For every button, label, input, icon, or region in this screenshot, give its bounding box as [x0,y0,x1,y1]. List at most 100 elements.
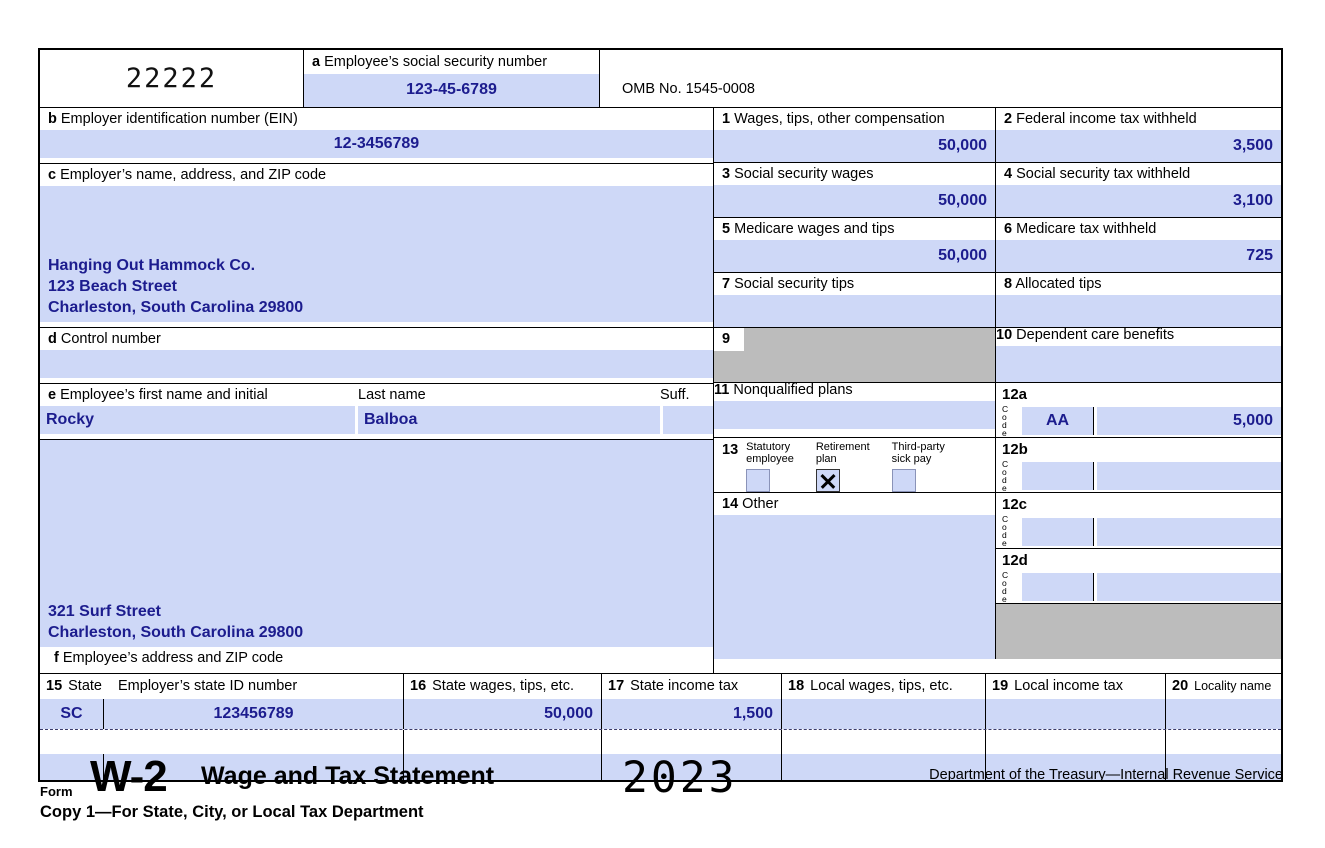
box-18-field[interactable] [782,699,985,729]
box-8-allocated-tips[interactable]: 8 Allocated tips [996,273,1281,327]
box-12c-code-field[interactable] [1022,517,1094,546]
box-16-value-cell[interactable]: 50,000 [404,699,602,729]
box-7-field[interactable] [714,294,995,327]
box-12b-code-field[interactable] [1022,462,1094,490]
box-15-fields: SC 123456789 [40,699,403,729]
box-14-other[interactable]: 14 Other [714,493,996,659]
box-7-ss-tips[interactable]: 7 Social security tips [714,273,996,327]
box-d-control-number[interactable]: d Control number [40,328,713,384]
employee-suffix-field[interactable] [663,405,713,434]
box-12d-code-field[interactable] [1022,573,1094,602]
box-e-last-label: Last name [358,387,426,403]
box-12d[interactable]: 12d Code [996,549,1281,605]
box-c-letter: c [48,167,57,183]
box-11-nonqualified-plans[interactable]: 11 Nonqualified plans [714,382,996,437]
w2-form-page: 22222 a Employee’s social security numbe… [0,0,1325,848]
box-a-ssn[interactable]: a Employee’s social security number 123-… [304,50,600,107]
box-12c[interactable]: 12c Code [996,493,1281,549]
box-1-wages[interactable]: 1 Wages, tips, other compensation 50,000 [714,108,996,162]
box-12c-amount-field[interactable] [1097,517,1281,546]
employee-last-name-field[interactable]: Balboa [358,405,660,434]
box-8-number: 8 [1004,276,1013,292]
box-12a-code-field[interactable]: AA [1022,407,1094,435]
form-right-column: 1 Wages, tips, other compensation 50,000… [714,108,1281,673]
box-20-value-cell[interactable] [1166,699,1281,729]
statutory-employee-checkbox[interactable] [746,468,771,492]
box-17-value-cell[interactable]: 1,500 [602,699,782,729]
box-12c-code-label: Code [1002,514,1009,549]
row-boxes-7-8: 7 Social security tips 8 Allocated tips [714,273,1281,328]
box-b-ein[interactable]: b Employer identification number (EIN) 1… [40,108,713,164]
footer-form-number: W-2 [90,752,168,801]
box-14-number: 14 [722,496,739,512]
retirement-plan-checkbox[interactable] [815,468,840,492]
box-16-field[interactable]: 50,000 [404,699,601,729]
box-a-header: a Employee’s social security number [304,50,599,71]
footer-form-word: Form [40,784,73,799]
box-3-field[interactable]: 50,000 [714,184,995,217]
box-1-field[interactable]: 50,000 [714,129,995,162]
box-19-label: Local income tax [1014,677,1123,694]
box-17-field[interactable]: 1,500 [602,699,781,729]
box-5-number: 5 [722,221,731,237]
box-19-header-cell: 19 Local income tax [986,674,1166,699]
box-5-medicare-wages[interactable]: 5 Medicare wages and tips 50,000 [714,218,996,272]
footer-copy-line: Copy 1—For State, City, or Local Tax Dep… [40,803,424,821]
state-header-row: 15 State Employer’s state ID number 16 S… [40,674,1281,699]
box-15-state-id-field[interactable]: 123456789 [104,699,403,729]
box-c-field[interactable]: Hanging Out Hammock Co. 123 Beach Street… [40,185,713,322]
box-2-federal-tax[interactable]: 2 Federal income tax withheld 3,500 [996,108,1281,162]
box-3-ss-wages[interactable]: 3 Social security wages 50,000 [714,163,996,217]
box-14-label: Other [742,496,779,512]
box-12d-amount-field[interactable] [1097,573,1281,602]
box-6-header: 6 Medicare tax withheld [996,218,1281,238]
box-12a-amount-field[interactable]: 5,000 [1097,407,1281,435]
box-2-field[interactable]: 3,500 [996,129,1281,162]
box-12a[interactable]: 12a Code AA 5,000 [996,383,1281,437]
box-f-employee-address[interactable]: 321 Surf Street Charleston, South Caroli… [40,440,713,673]
box-19-value-cell[interactable] [986,699,1166,729]
box-11-number: 11 [714,382,730,398]
box-12b-fields [1022,462,1281,490]
box-15-state-field[interactable]: SC [40,699,104,729]
box-6-medicare-tax[interactable]: 6 Medicare tax withheld 725 [996,218,1281,272]
box-e-employee-name[interactable]: e Employee’s first name and initial Last… [40,384,713,440]
box-11-field[interactable] [714,400,995,429]
box-10-dependent-care[interactable]: 10 Dependent care benefits [996,327,1281,382]
box-3-value: 50,000 [938,191,987,209]
box-4-ss-tax[interactable]: 4 Social security tax withheld 3,100 [996,163,1281,217]
box-19-field[interactable] [986,699,1165,729]
footer-form-title: Wage and Tax Statement [201,762,495,790]
box-5-header: 5 Medicare wages and tips [714,218,995,238]
box-12b-amount-field[interactable] [1097,462,1281,490]
box-16-number: 16 [410,677,427,694]
row-boxes-13-12b: 13 Statutory employee Retirement plan Th… [714,438,1281,493]
box-10-field[interactable] [996,345,1281,382]
box-20-number: 20 [1172,677,1189,694]
box-16-header-cell: 16 State wages, tips, etc. [404,674,602,699]
box-18-value-cell[interactable] [782,699,986,729]
box-f-field[interactable]: 321 Surf Street Charleston, South Caroli… [40,440,713,647]
box-14-field[interactable] [714,514,995,659]
box-b-field[interactable]: 12-3456789 [40,129,713,158]
box-c-employer[interactable]: c Employer’s name, address, and ZIP code… [40,164,713,328]
box-20-field[interactable] [1166,699,1281,729]
box-15-state-value: SC [60,705,83,722]
box-18-label: Local wages, tips, etc. [810,677,953,694]
box-a-field[interactable]: 123-45-6789 [304,73,599,107]
box-2-label: Federal income tax withheld [1016,111,1197,127]
box-3-number: 3 [722,166,731,182]
box-a-value: 123-45-6789 [406,81,497,99]
box-12b[interactable]: 12b Code [996,438,1281,492]
box-d-field[interactable] [40,349,713,378]
box-1-header: 1 Wages, tips, other compensation [714,108,995,128]
box-18-header-cell: 18 Local wages, tips, etc. [782,674,986,699]
employee-first-name-field[interactable]: Rocky [40,405,355,434]
third-party-sick-pay-checkbox[interactable] [891,468,916,492]
box-6-field[interactable]: 725 [996,239,1281,272]
box-4-field[interactable]: 3,100 [996,184,1281,217]
box-19-number: 19 [992,677,1009,694]
box-5-field[interactable]: 50,000 [714,239,995,272]
box-8-field[interactable] [996,294,1281,327]
box-20-label: Locality name [1194,678,1272,693]
